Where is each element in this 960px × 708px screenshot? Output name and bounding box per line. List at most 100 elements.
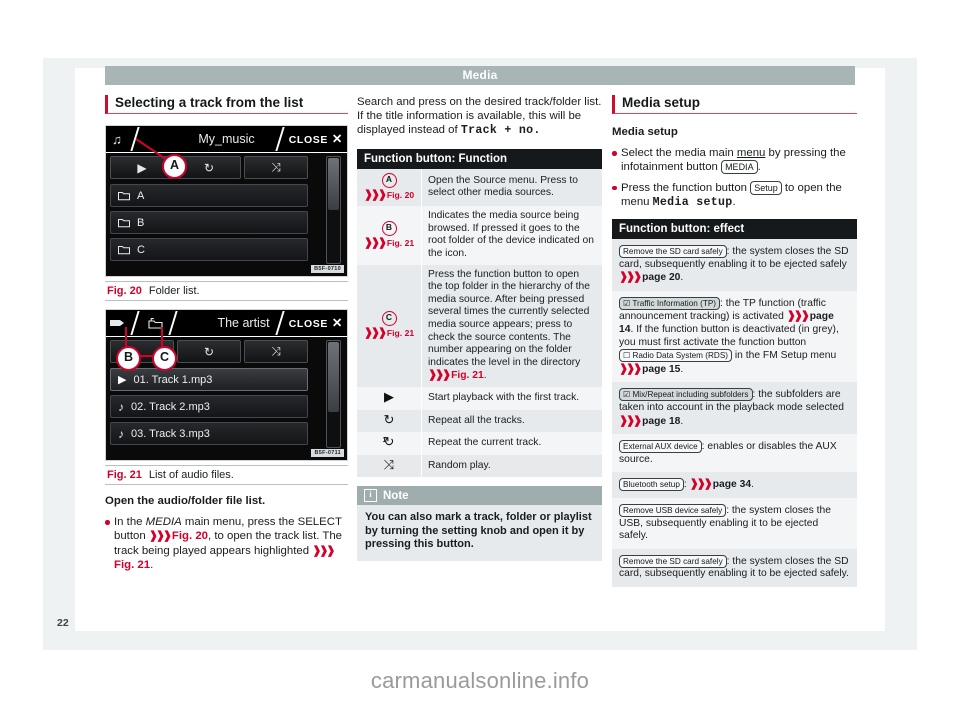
table-key-cell: C ❱❱❱ Fig. 21	[357, 264, 422, 387]
bullet-press-setup: Press the function button Setup to open …	[612, 180, 857, 210]
info-icon: i	[364, 489, 377, 503]
page-canvas: Media 22 Selecting a track from the list…	[0, 0, 960, 708]
callout-a: A	[162, 154, 187, 179]
list-item[interactable]: ♪ 02. Track 2.mp3	[110, 395, 308, 418]
column-middle: Search and press on the desired track/fo…	[357, 95, 602, 561]
bullet-select-media-menu: Select the media main menu by pressing t…	[612, 146, 857, 175]
note-body: You can also mark a track, folder or pla…	[357, 505, 602, 561]
close-button[interactable]: CLOSE ✕	[289, 126, 343, 152]
cross-reference-fig21[interactable]: Fig. 21	[114, 559, 150, 571]
folder-icon	[118, 245, 130, 254]
table-cell-description: Open the Source menu. Press to select ot…	[421, 168, 602, 207]
function-button-effect-table: Function button: effect Remove the SD ca…	[612, 219, 857, 587]
ref-arrows-icon: ❱❱❱	[689, 478, 713, 491]
shuffle-icon: ⤨	[383, 456, 395, 472]
list-item-label: C	[137, 243, 145, 256]
mix-repeat-subfolders-chip[interactable]: ☑ Mix/Repeat including subfolders	[619, 388, 753, 402]
setup-button-chip[interactable]: Setup	[750, 180, 782, 195]
remove-sd-card-chip-2[interactable]: Remove the SD card safely	[619, 554, 727, 568]
repeat-button[interactable]: ↻	[177, 340, 241, 363]
table-row: Remove the SD card safely: the system cl…	[612, 548, 857, 587]
cross-reference-fig20[interactable]: Fig. 20	[172, 530, 208, 542]
scrollbar[interactable]	[326, 156, 341, 264]
callout-leader-line	[161, 327, 163, 347]
table-key-cell: ⤨	[357, 454, 422, 478]
list-item[interactable]: C	[110, 238, 308, 261]
checkbox-checked-icon: ☑	[623, 298, 631, 308]
list-item[interactable]: B	[110, 211, 308, 234]
list-item[interactable]: ♪ 03. Track 3.mp3	[110, 422, 308, 445]
list-item-label: B	[137, 216, 145, 229]
figure-caption: Fig. 21 List of audio files.	[105, 465, 348, 485]
cross-reference-page[interactable]: page 18	[642, 416, 680, 427]
table-cell-description: Indicates the media source being browsed…	[421, 206, 602, 265]
table-cell-description: Repeat all the tracks.	[421, 409, 602, 433]
figure-number: Fig. 20	[107, 285, 142, 297]
table-cell-description: Random play.	[421, 454, 602, 478]
ref-arrows-icon: ❱❱❱	[148, 530, 172, 543]
shuffle-button[interactable]: ⤨	[244, 156, 308, 179]
screen-topbar: ♫ My_music CLOSE ✕	[106, 126, 347, 153]
remove-sd-card-chip[interactable]: Remove the SD card safely	[619, 245, 727, 259]
site-watermark: carmanualsonline.info	[370, 668, 590, 693]
list-item[interactable]: ▶ 01. Track 1.mp3	[110, 368, 308, 391]
ref-arrows-icon: ❱❱❱	[619, 271, 642, 284]
table-row: ⤨ Random play.	[357, 454, 602, 478]
table-row: A ❱❱❱ Fig. 20 Open the Source menu. Press…	[357, 168, 602, 207]
folder-icon	[118, 191, 130, 200]
figure-20: ♫ My_music CLOSE ✕ ▶ ↻ ⤨ A B C A B5F-071…	[105, 125, 348, 301]
screen-topbar: The artist CLOSE ✕	[106, 310, 347, 337]
bluetooth-setup-chip[interactable]: Bluetooth setup	[619, 478, 684, 492]
list-item-label: 02. Track 2.mp3	[131, 400, 210, 413]
ref-arrows-icon: ❱❱❱	[363, 236, 387, 249]
ref-arrows-icon: ❱❱❱	[363, 188, 387, 201]
figure-caption-text: List of audio files.	[148, 469, 234, 481]
scrollbar-thumb[interactable]	[328, 342, 339, 412]
cross-reference[interactable]: Fig. 21	[387, 238, 414, 248]
function-button-function-table: Function button: Function A ❱❱❱ Fig. 20 O…	[357, 148, 602, 478]
cross-reference[interactable]: Fig. 21	[387, 328, 414, 338]
close-button[interactable]: CLOSE ✕	[289, 310, 343, 336]
callout-leader-line	[125, 327, 127, 347]
play-icon: ▶	[118, 374, 127, 386]
table-row: External AUX device: enables or disables…	[612, 434, 857, 473]
cross-reference[interactable]: Fig. 21	[451, 370, 484, 381]
table-key-cell: A ❱❱❱ Fig. 20	[357, 168, 422, 207]
table-cell-description: Repeat the current track.	[421, 432, 602, 455]
cross-reference-page[interactable]: page 15	[642, 364, 680, 375]
close-label: CLOSE	[288, 318, 328, 330]
subheading-media-setup: Media setup	[612, 126, 678, 138]
radio-data-system-chip[interactable]: ☐ Radio Data System (RDS)	[619, 349, 733, 363]
table-row: ☑ Traffic Information (TP): the TP funct…	[612, 290, 857, 383]
table-row: C ❱❱❱ Fig. 21 Press the function button t…	[357, 264, 602, 387]
callout-key-a: A	[381, 172, 397, 188]
traffic-information-chip[interactable]: ☑ Traffic Information (TP)	[619, 296, 721, 310]
cross-reference[interactable]: Fig. 20	[387, 190, 414, 200]
repeat-all-icon: ↻	[383, 411, 395, 427]
table-key-cell: ▶	[357, 386, 422, 410]
callout-key-c: C	[381, 310, 397, 326]
table-key-cell: B ❱❱❱ Fig. 21	[357, 206, 422, 265]
media-setup-menu-name: Media setup	[652, 195, 733, 209]
repeat-one-icon: ↻ 1	[382, 434, 395, 450]
music-note-icon: ♪	[118, 426, 124, 441]
table-cell-description: Start playback with the first track.	[421, 386, 602, 410]
table-row: ↻ 1 Repeat the current track.	[357, 432, 602, 455]
scrollbar-thumb[interactable]	[328, 158, 339, 210]
music-note-icon: ♪	[118, 399, 124, 414]
list-item[interactable]: A	[110, 184, 308, 207]
table-row: ↻ Repeat all the tracks.	[357, 409, 602, 433]
shuffle-button[interactable]: ⤨	[244, 340, 308, 363]
note-title: Note	[383, 489, 409, 502]
cross-reference-page[interactable]: page 20	[642, 272, 680, 283]
ref-arrows-icon: ❱❱❱	[312, 544, 335, 557]
cross-reference-page[interactable]: page 34	[713, 479, 751, 490]
infotainment-screen-folder-list: ♫ My_music CLOSE ✕ ▶ ↻ ⤨ A B C A B5F-071…	[105, 125, 348, 277]
external-aux-device-chip[interactable]: External AUX device	[619, 440, 702, 454]
bullet-open-track-list: In the MEDIA main menu, press the SELECT…	[105, 515, 348, 572]
media-button-chip[interactable]: MEDIA	[721, 160, 758, 175]
table-key-cell: ↻ 1	[357, 432, 422, 455]
remove-usb-device-chip[interactable]: Remove USB device safely	[619, 503, 727, 517]
ref-arrows-icon: ❱❱❱	[363, 326, 387, 339]
scrollbar[interactable]	[326, 340, 341, 448]
